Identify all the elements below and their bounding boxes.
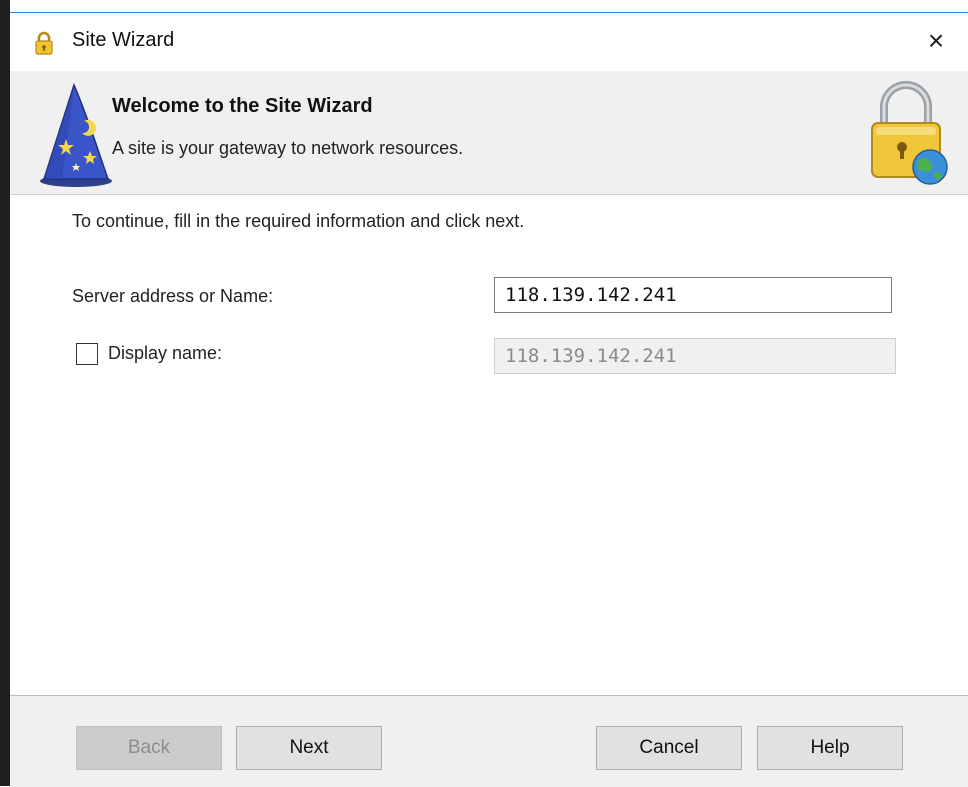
lock-icon: [35, 31, 53, 55]
display-name-label[interactable]: Display name:: [108, 343, 222, 364]
wizard-content: To continue, fill in the required inform…: [10, 195, 968, 695]
server-address-input[interactable]: 118.139.142.241: [494, 277, 892, 313]
site-wizard-window: Site Wizard × Welcome to the Site Wizard…: [0, 0, 968, 787]
top-accent-strip: [10, 0, 968, 13]
header-subtitle: A site is your gateway to network resour…: [112, 138, 464, 158]
window-title: Site Wizard: [72, 29, 175, 51]
display-name-input: 118.139.142.241: [494, 338, 896, 374]
help-button[interactable]: Help: [757, 726, 903, 770]
wizard-header: Welcome to the Site Wizard A site is you…: [10, 71, 968, 195]
left-edge: [0, 0, 10, 786]
display-name-checkbox[interactable]: [76, 343, 98, 365]
lock-globe-icon: [871, 81, 948, 185]
instruction-text: To continue, fill in the required inform…: [72, 211, 525, 231]
cancel-button[interactable]: Cancel: [596, 726, 742, 770]
wizard-hat-icon: [40, 82, 112, 187]
close-icon[interactable]: ×: [922, 23, 950, 59]
back-button: Back: [76, 726, 222, 770]
server-address-label: Server address or Name:: [72, 286, 274, 306]
header-title: Welcome to the Site Wizard: [112, 95, 373, 117]
wizard-footer: Back Next Cancel Help: [10, 695, 968, 787]
next-button[interactable]: Next: [236, 726, 382, 770]
title-bar: Site Wizard ×: [10, 13, 968, 71]
